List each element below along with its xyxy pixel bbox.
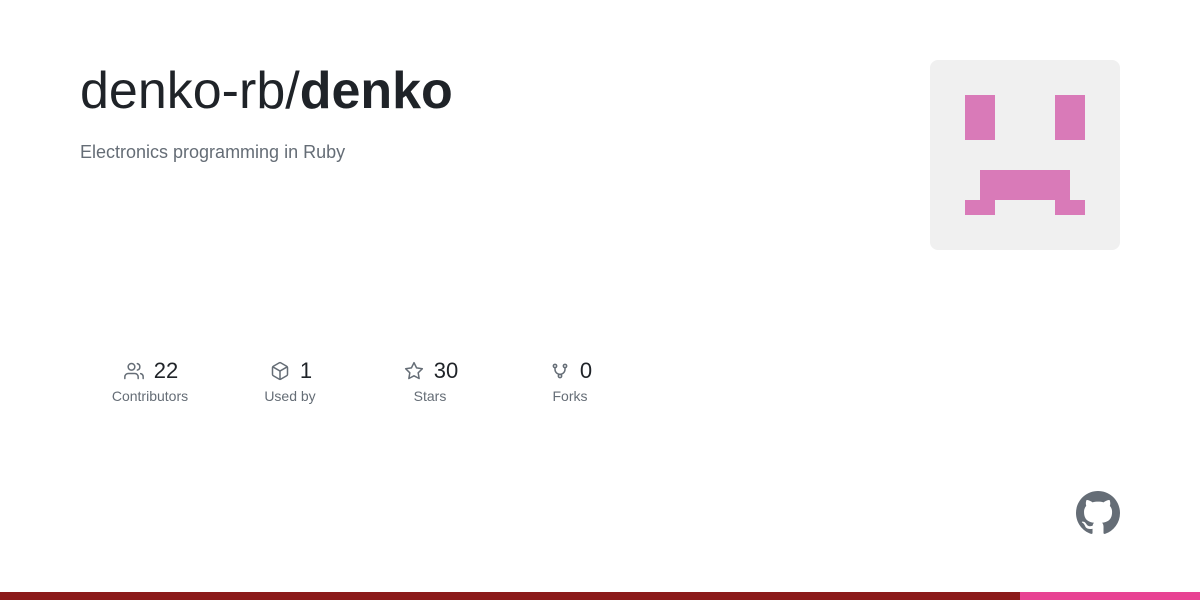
stat-contributors[interactable]: 22 Contributors — [80, 350, 220, 412]
github-icon — [1076, 491, 1120, 535]
main-content: denko-rb/denko Electronics programming i… — [0, 0, 1200, 412]
github-icon-wrapper[interactable] — [1076, 491, 1120, 540]
stars-label: Stars — [414, 388, 447, 404]
people-icon — [122, 359, 146, 383]
contributors-count: 22 — [154, 358, 178, 384]
repo-logo — [930, 60, 1120, 250]
forks-label: Forks — [553, 388, 588, 404]
stat-used-by[interactable]: 1 Used by — [220, 350, 360, 412]
title-section: denko-rb/denko Electronics programming i… — [80, 60, 890, 163]
star-icon — [402, 359, 426, 383]
stars-count: 30 — [434, 358, 458, 384]
header-row: denko-rb/denko Electronics programming i… — [80, 60, 1120, 250]
bottom-bar — [0, 592, 1200, 600]
fork-icon — [548, 359, 572, 383]
repo-name: denko — [300, 62, 453, 120]
used-by-label: Used by — [264, 388, 315, 404]
stats-row: 22 Contributors 1 Used by — [80, 350, 1120, 412]
repo-title: denko-rb/denko — [80, 60, 890, 122]
repo-owner: denko-rb/ — [80, 62, 300, 120]
package-icon — [268, 359, 292, 383]
repo-description: Electronics programming in Ruby — [80, 142, 890, 163]
forks-count: 0 — [580, 358, 592, 384]
stat-contributors-top: 22 — [122, 358, 178, 384]
stat-stars-top: 30 — [402, 358, 458, 384]
stat-forks-top: 0 — [548, 358, 592, 384]
used-by-count: 1 — [300, 358, 312, 384]
pixel-art-logo — [950, 80, 1100, 230]
contributors-label: Contributors — [112, 388, 188, 404]
stat-forks[interactable]: 0 Forks — [500, 350, 640, 412]
stat-used-by-top: 1 — [268, 358, 312, 384]
stat-stars[interactable]: 30 Stars — [360, 350, 500, 412]
